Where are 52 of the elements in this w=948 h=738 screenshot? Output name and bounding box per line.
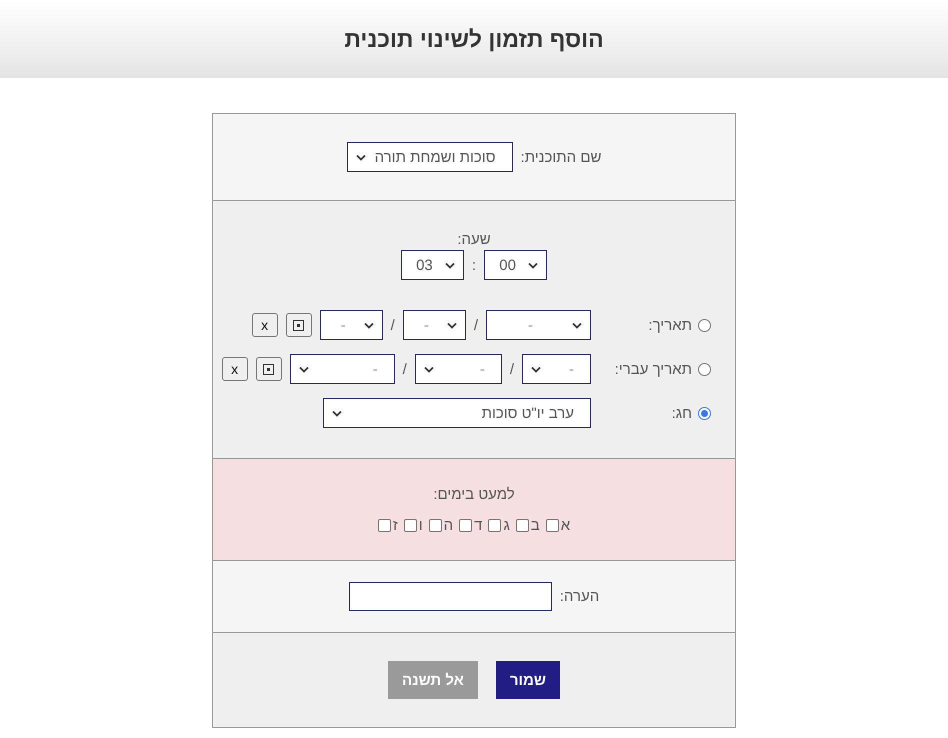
radio-button[interactable] bbox=[698, 406, 711, 420]
chevron-icon bbox=[364, 322, 374, 328]
calendar-button[interactable] bbox=[256, 357, 282, 381]
program-select[interactable]: סוכות ושמחת תורה bbox=[346, 142, 513, 172]
holiday-select[interactable]: ערב יו"ט סוכות bbox=[323, 398, 591, 428]
day-checkbox[interactable] bbox=[459, 518, 472, 532]
page-title: הוסף תזמון לשינוי תוכנית bbox=[344, 26, 604, 52]
chevron-icon bbox=[298, 366, 309, 372]
chevron-icon bbox=[446, 322, 457, 328]
day-label: ה bbox=[444, 516, 454, 534]
time-label: שעה: bbox=[457, 231, 491, 248]
chevron-icon bbox=[572, 322, 582, 328]
radio-button[interactable] bbox=[698, 318, 711, 332]
calendar-button[interactable] bbox=[286, 313, 312, 337]
day-label: ד bbox=[474, 516, 482, 534]
option-label: תאריך עברי: bbox=[614, 360, 692, 378]
chevron-icon bbox=[444, 262, 455, 268]
calendar-icon bbox=[293, 320, 304, 330]
note-field[interactable] bbox=[348, 582, 552, 611]
day-label: ב bbox=[530, 516, 540, 534]
program-label: שם התוכנית: bbox=[520, 148, 602, 166]
date-separator: / bbox=[510, 360, 514, 378]
date-separator: / bbox=[390, 316, 395, 334]
chevron-icon bbox=[332, 410, 342, 416]
day-checkbox[interactable] bbox=[488, 518, 502, 532]
hour-select[interactable]: 03 bbox=[400, 250, 464, 280]
note-label: הערה: bbox=[560, 588, 600, 605]
option-label: חג: bbox=[672, 404, 692, 422]
day-label: א bbox=[560, 516, 570, 534]
time-separator: : bbox=[472, 256, 476, 274]
chevron-icon bbox=[531, 366, 541, 372]
day-checkbox[interactable] bbox=[546, 518, 559, 532]
chevron-icon bbox=[528, 262, 538, 268]
exclude-days-label: למעט בימים: bbox=[433, 486, 515, 502]
date-separator: / bbox=[474, 316, 478, 334]
day-label: ו bbox=[418, 516, 423, 534]
radio-button[interactable] bbox=[698, 362, 711, 376]
clear-button[interactable]: x bbox=[222, 357, 248, 381]
save-button[interactable]: שמור bbox=[496, 661, 560, 699]
date-separator: / bbox=[402, 360, 407, 378]
day-checkbox[interactable] bbox=[516, 518, 529, 532]
clear-button[interactable]: x bbox=[252, 313, 278, 337]
day-checkbox[interactable] bbox=[404, 518, 417, 532]
day-label: ג bbox=[503, 516, 510, 534]
day-checkbox[interactable] bbox=[428, 518, 442, 532]
day-label: ז bbox=[392, 516, 398, 534]
option-label: תאריך: bbox=[648, 316, 692, 334]
minute-select[interactable]: 00 bbox=[484, 250, 548, 280]
calendar-icon bbox=[263, 364, 274, 374]
chevron-icon bbox=[424, 366, 434, 372]
day-checkbox[interactable] bbox=[378, 518, 391, 532]
chevron-icon bbox=[356, 154, 366, 160]
